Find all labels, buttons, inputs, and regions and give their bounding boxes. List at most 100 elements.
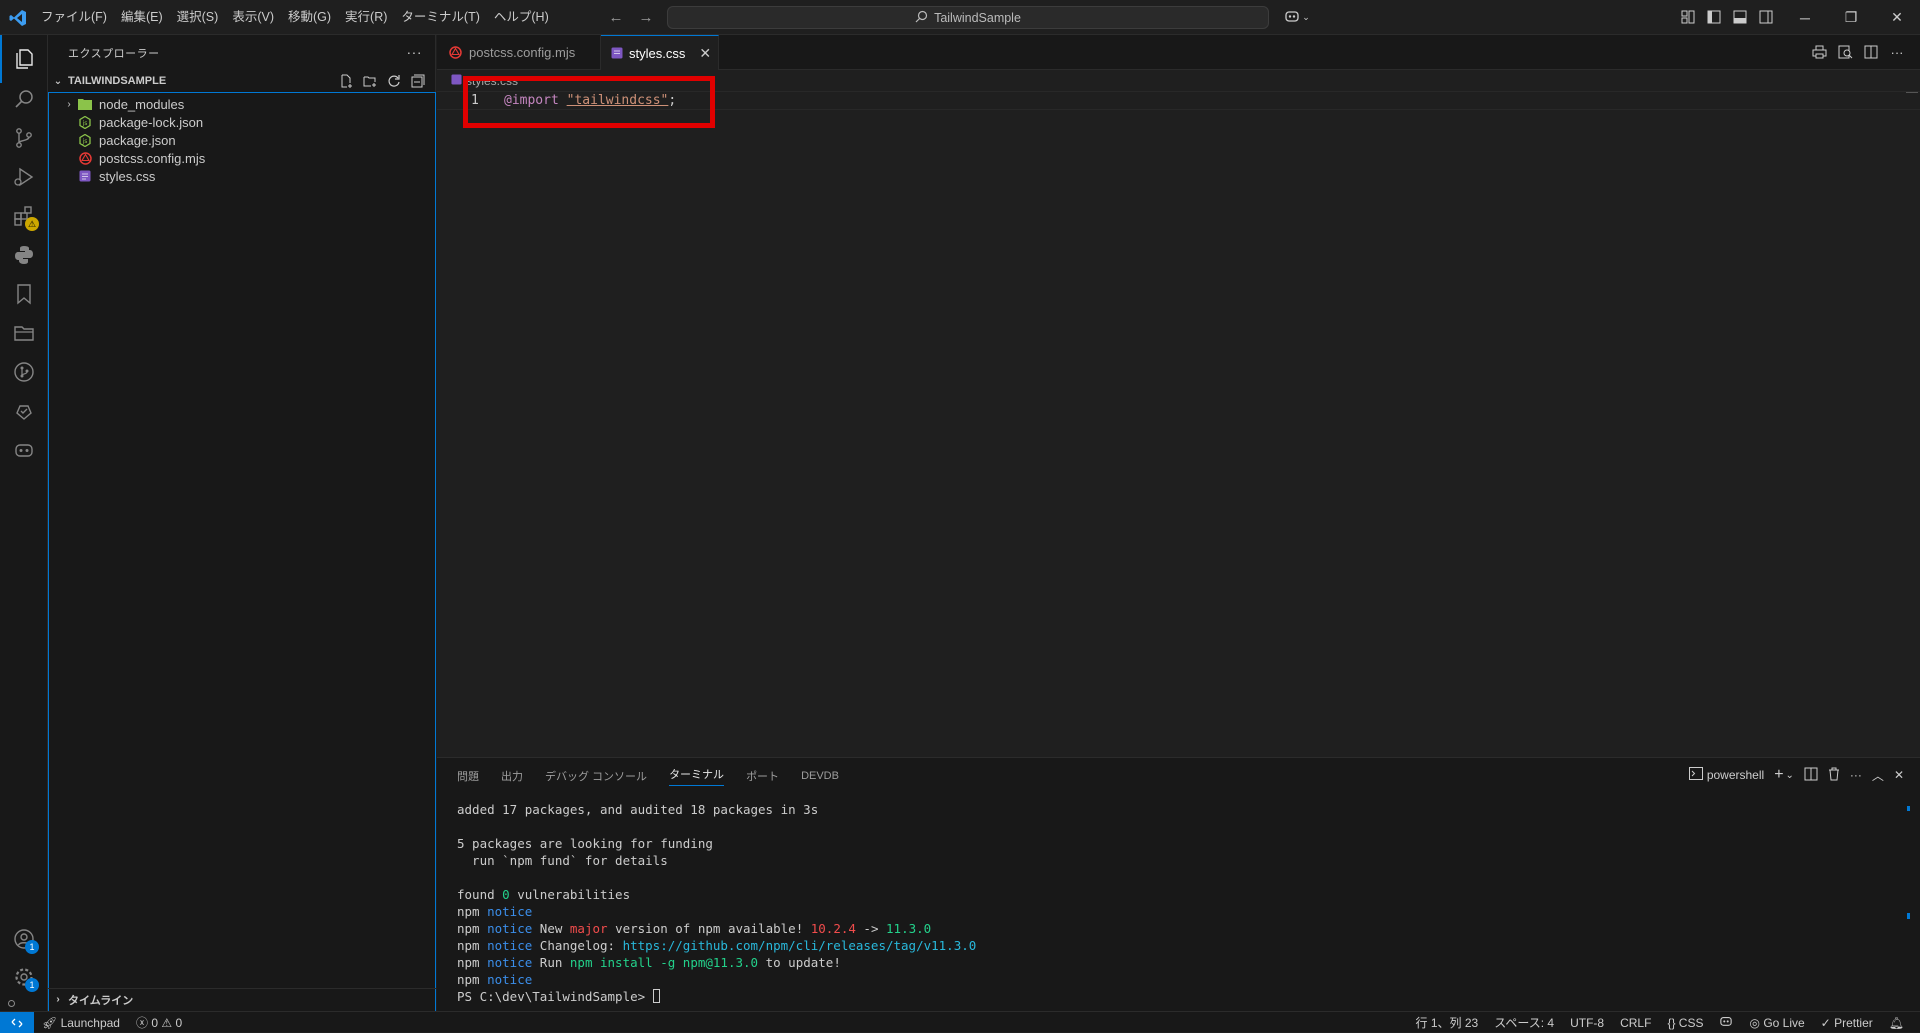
menu-run[interactable]: 実行(R): [338, 0, 394, 35]
menu-file[interactable]: ファイル(F): [34, 0, 114, 35]
explorer-sidebar: エクスプローラー ··· ⌄ TAILWINDSAMPLE › node_mod…: [48, 35, 436, 1022]
forward-arrow-icon[interactable]: →: [636, 7, 656, 27]
menu-go[interactable]: 移動(G): [281, 0, 338, 35]
tab-problems[interactable]: 問題: [457, 768, 479, 784]
toggle-primary-sidebar-icon[interactable]: [1704, 7, 1724, 27]
editor-area[interactable]: styles.css 1 @import "tailwindcss";: [437, 70, 1920, 757]
language-mode[interactable]: {} CSS: [1667, 1016, 1703, 1030]
check-double-icon: ✓: [1820, 1015, 1831, 1030]
end-of-line[interactable]: CRLF: [1620, 1016, 1651, 1030]
copilot-chat-icon[interactable]: [0, 426, 48, 474]
editor-tabs: postcss.config.mjs styles.css ✕: [437, 35, 1920, 70]
panel-tabs: 問題 出力 デバッグ コンソール ターミナル ポート DEVDB: [457, 758, 839, 793]
activity-bar: ⚠ 1 1: [0, 35, 48, 1011]
shell-name[interactable]: powershell: [1707, 768, 1764, 782]
close-panel-icon[interactable]: ✕: [1894, 768, 1904, 782]
encoding[interactable]: UTF-8: [1570, 1016, 1604, 1030]
tab-debug-console[interactable]: デバッグ コンソール: [545, 768, 647, 784]
panel-actions: powershell + ⌄ ··· ︿ ✕: [1688, 766, 1904, 784]
project-section-header[interactable]: ⌄ TAILWINDSAMPLE: [48, 70, 436, 92]
tab-terminal[interactable]: ターミナル: [669, 766, 725, 786]
terminal-prompt[interactable]: PS C:\dev\TailwindSample>: [457, 989, 660, 1004]
command-decoration-icon[interactable]: [8, 1000, 15, 1007]
more-actions-icon[interactable]: ···: [407, 44, 423, 60]
timeline-section-header[interactable]: › タイムライン: [48, 988, 436, 1010]
maximize-panel-icon[interactable]: ︿: [1872, 767, 1884, 784]
collapse-all-icon[interactable]: [410, 73, 426, 89]
nodejs-icon: js: [77, 114, 93, 130]
prettier-item[interactable]: ✓ Prettier: [1821, 1016, 1873, 1030]
chevron-right-icon: ›: [56, 994, 60, 1005]
terminal-output[interactable]: added 17 packages, and audited 18 packag…: [457, 801, 1897, 1005]
back-arrow-icon[interactable]: ←: [606, 7, 626, 27]
menu-edit[interactable]: 編集(E): [114, 0, 170, 35]
problems-item[interactable]: ⓧ 0 ⚠ 0: [136, 1014, 182, 1031]
project-name: TAILWINDSAMPLE: [68, 75, 167, 87]
menu-selection[interactable]: 選択(S): [170, 0, 226, 35]
cursor-position[interactable]: 行 1、列 23: [1415, 1014, 1478, 1031]
launchpad-item[interactable]: 🚀︎ Launchpad: [42, 1016, 120, 1030]
tab-devdb[interactable]: DEVDB: [801, 770, 839, 782]
rocket-icon: 🚀︎: [42, 1015, 58, 1030]
terminal-line: found 0 vulnerabilities: [457, 887, 631, 902]
notifications-bell-icon[interactable]: 🔔︎: [1889, 1016, 1904, 1030]
customize-layout-icon[interactable]: [1678, 7, 1698, 27]
menu-view[interactable]: 表示(V): [225, 0, 281, 35]
new-terminal-icon[interactable]: +: [1774, 766, 1783, 784]
broadcast-icon: ◎: [1749, 1015, 1760, 1030]
menu-terminal[interactable]: ターミナル(T): [394, 0, 486, 35]
explorer-actions: [338, 73, 426, 89]
warning-icon: ⚠: [161, 1016, 173, 1030]
settings-badge: 1: [25, 978, 39, 992]
more-actions-icon[interactable]: ···: [1888, 43, 1906, 61]
tab-styles-css[interactable]: styles.css ✕: [601, 35, 719, 70]
tab-postcss-config[interactable]: postcss.config.mjs: [437, 35, 601, 70]
terminal-line: npm notice Run npm install -g npm@11.3.0…: [457, 955, 841, 970]
split-terminal-icon[interactable]: [1804, 767, 1818, 784]
refresh-icon[interactable]: [386, 73, 402, 89]
tab-output[interactable]: 出力: [501, 768, 523, 784]
scrollbar-marker: [1907, 913, 1910, 919]
restore-icon[interactable]: ❐: [1828, 0, 1874, 35]
css-file-icon: [611, 45, 623, 61]
trash-icon[interactable]: [1828, 767, 1840, 784]
print-icon[interactable]: [1810, 43, 1828, 61]
go-live-item[interactable]: ◎ Go Live: [1749, 1016, 1804, 1030]
copilot-button[interactable]: ⌄: [1280, 6, 1314, 28]
menu-help[interactable]: ヘルプ(H): [487, 0, 556, 35]
chevron-right-icon: ›: [67, 98, 71, 110]
terminal-line: 5 packages are looking for funding: [457, 836, 713, 851]
tree-item-label: styles.css: [99, 168, 156, 184]
nodejs-icon: js: [77, 132, 93, 148]
terminal-line: npm notice: [457, 972, 533, 987]
nav-arrows: ← →: [606, 7, 656, 27]
tab-ports[interactable]: ポート: [746, 768, 779, 784]
toggle-secondary-sidebar-icon[interactable]: [1756, 7, 1776, 27]
indentation[interactable]: スペース: 4: [1494, 1014, 1554, 1031]
tree-item-styles-css[interactable]: styles.css: [49, 165, 435, 187]
more-actions-icon[interactable]: ···: [1850, 768, 1862, 782]
minimize-icon[interactable]: ─: [1782, 0, 1828, 35]
new-file-icon[interactable]: [338, 73, 354, 89]
copilot-status-icon[interactable]: [1719, 1015, 1733, 1030]
new-folder-icon[interactable]: [362, 73, 378, 89]
remote-indicator-icon[interactable]: [0, 1012, 34, 1033]
settings-gear-icon[interactable]: 1: [0, 953, 48, 1001]
close-window-icon[interactable]: ✕: [1874, 0, 1920, 35]
vscode-logo-icon: [8, 8, 28, 28]
chevron-down-icon: ⌄: [1302, 11, 1310, 22]
changelog-link[interactable]: https://github.com/npm/cli/releases/tag/…: [623, 938, 977, 953]
status-bar: 🚀︎ Launchpad ⓧ 0 ⚠ 0 行 1、列 23 スペース: 4 UT…: [0, 1011, 1920, 1033]
terminal-line: npm notice Changelog: https://github.com…: [457, 938, 977, 953]
open-preview-icon[interactable]: [1836, 43, 1854, 61]
annotation-highlight-box: [463, 76, 715, 128]
terminal-line: run `npm fund` for details: [457, 853, 668, 868]
svg-text:js: js: [82, 138, 88, 145]
close-tab-icon[interactable]: ✕: [699, 45, 711, 62]
folder-icon: [77, 96, 93, 112]
postcss-icon: [77, 150, 93, 166]
split-editor-icon[interactable]: [1862, 43, 1880, 61]
toggle-panel-icon[interactable]: [1730, 7, 1750, 27]
chevron-down-icon[interactable]: ⌄: [1786, 770, 1794, 781]
command-center[interactable]: TailwindSample: [667, 6, 1269, 29]
